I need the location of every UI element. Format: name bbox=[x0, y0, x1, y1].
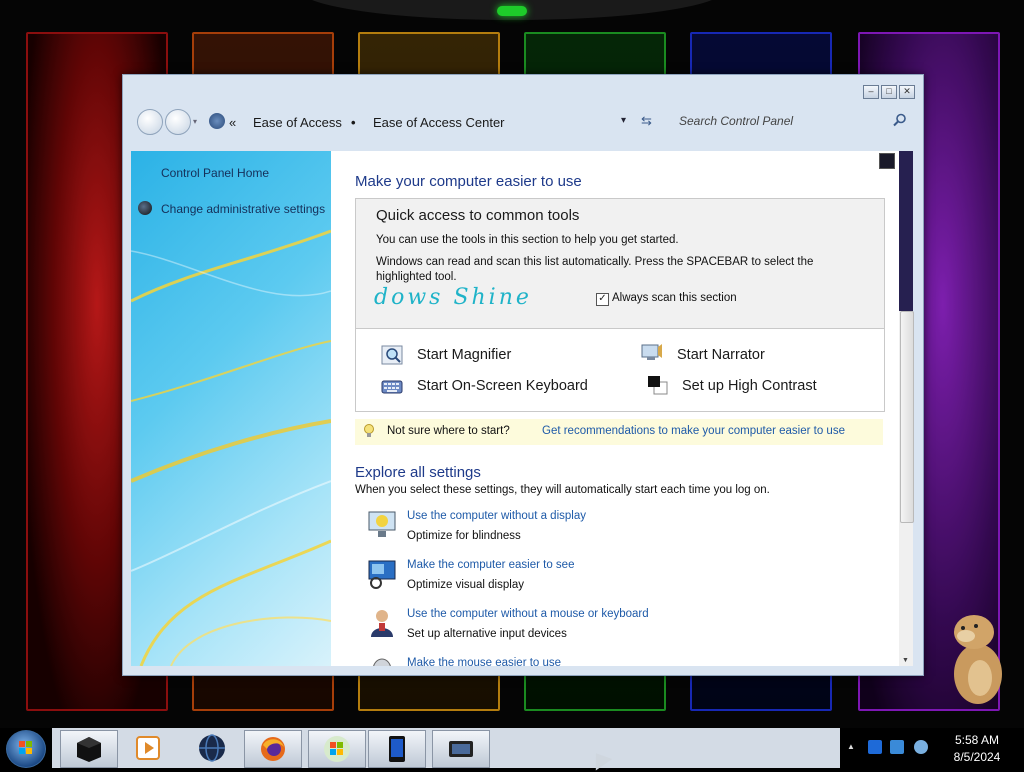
close-button[interactable]: ✕ bbox=[899, 85, 915, 99]
always-scan-label[interactable]: Always scan this section bbox=[612, 292, 737, 304]
explore-item-no-display-desc: Optimize for blindness bbox=[407, 530, 521, 542]
always-scan-checkbox[interactable]: ✓ bbox=[596, 293, 609, 306]
explore-subtitle: When you select these settings, they wil… bbox=[355, 484, 770, 496]
magnifier-icon bbox=[381, 345, 403, 365]
refresh-icon[interactable]: ⇆ bbox=[641, 113, 652, 129]
page-title: Make your computer easier to use bbox=[355, 173, 582, 190]
recommendations-link[interactable]: Get recommendations to make your compute… bbox=[542, 425, 845, 437]
quick-access-description: You can use the tools in this section to… bbox=[376, 234, 679, 246]
terminal-icon bbox=[77, 737, 101, 762]
taskbar-item-terminal[interactable] bbox=[60, 730, 118, 768]
search-input[interactable] bbox=[669, 109, 899, 133]
volume-icon[interactable] bbox=[914, 740, 928, 754]
windows-logo-icon bbox=[324, 736, 350, 762]
taskbar-item-windows[interactable] bbox=[308, 730, 366, 768]
window-controls: – □ ✕ bbox=[863, 85, 915, 99]
explore-item-no-mouse-desc: Set up alternative input devices bbox=[407, 628, 567, 640]
wallpaper-led bbox=[497, 6, 527, 16]
forward-button[interactable] bbox=[165, 109, 191, 135]
user-icon bbox=[371, 610, 393, 637]
explore-heading: Explore all settings bbox=[355, 464, 481, 481]
taskbar-item-tablet[interactable] bbox=[368, 730, 426, 768]
scrollbar-thumb[interactable] bbox=[900, 311, 914, 523]
bluetooth-icon[interactable] bbox=[868, 740, 882, 754]
mouse-icon bbox=[373, 658, 391, 666]
breadcrumb-separator: • bbox=[351, 115, 356, 130]
display-icon bbox=[449, 741, 473, 757]
windows-start-icon bbox=[19, 741, 32, 754]
network-icon[interactable] bbox=[890, 740, 904, 754]
watermark-text: dows Shine bbox=[374, 285, 532, 310]
breadcrumb-ease-of-access-center[interactable]: Ease of Access Center bbox=[373, 115, 505, 130]
sidebar-item-admin-settings[interactable]: Change administrative settings bbox=[161, 202, 325, 216]
explore-item-easier-see-link[interactable]: Make the computer easier to see bbox=[407, 559, 574, 571]
start-button[interactable] bbox=[6, 730, 46, 768]
minimize-button[interactable]: – bbox=[863, 85, 879, 99]
back-button[interactable] bbox=[137, 109, 163, 135]
taskbar-item-media-player[interactable] bbox=[120, 730, 176, 766]
main-scrollbar[interactable]: ▼ bbox=[899, 151, 914, 666]
start-narrator-link[interactable]: Start Narrator bbox=[677, 347, 765, 363]
taskbar-item-firefox[interactable] bbox=[244, 730, 302, 768]
address-bar: ▾ « Ease of Access • Ease of Access Cent… bbox=[133, 109, 913, 137]
setup-high-contrast-link[interactable]: Set up High Contrast bbox=[682, 378, 817, 394]
maximize-button[interactable]: □ bbox=[881, 85, 897, 99]
taskbar-item-globe[interactable] bbox=[184, 730, 240, 766]
show-hidden-icons-arrow[interactable]: ▲ bbox=[847, 742, 855, 751]
quick-access-section: Quick access to common tools You can use… bbox=[355, 198, 885, 412]
system-tray: ▲ 5:58 AM 8/5/2024 bbox=[842, 728, 1024, 768]
start-onscreen-keyboard-link[interactable]: Start On-Screen Keyboard bbox=[417, 378, 588, 394]
quick-access-scan-note: Windows can read and scan this list auto… bbox=[376, 256, 814, 283]
tip-text: Not sure where to start? bbox=[387, 425, 510, 437]
help-corner-icon[interactable] bbox=[879, 153, 895, 169]
search-box bbox=[669, 109, 913, 133]
quick-access-header: Quick access to common tools You can use… bbox=[356, 199, 884, 329]
start-magnifier-link[interactable]: Start Magnifier bbox=[417, 347, 511, 363]
explore-item-mouse-link[interactable]: Make the mouse easier to use bbox=[407, 657, 561, 666]
main-content: Make your computer easier to use Quick a… bbox=[331, 151, 899, 666]
narrator-icon bbox=[641, 344, 662, 360]
explore-item-no-mouse-link[interactable]: Use the computer without a mouse or keyb… bbox=[407, 608, 649, 620]
explore-item-easier-see-desc: Optimize visual display bbox=[407, 579, 524, 591]
breadcrumb-ease-of-access[interactable]: Ease of Access bbox=[253, 115, 342, 130]
firefox-icon bbox=[261, 737, 285, 761]
scrollbar-track-dark bbox=[899, 151, 913, 311]
keyboard-icon bbox=[381, 380, 403, 394]
no-display-icon bbox=[368, 511, 396, 537]
monitor-icon bbox=[368, 560, 396, 589]
sidebar-item-control-panel-home[interactable]: Control Panel Home bbox=[161, 166, 269, 180]
sidebar-decoration bbox=[131, 229, 331, 666]
gopher-sticker-icon bbox=[954, 615, 1002, 704]
clock-date[interactable]: 8/5/2024 bbox=[950, 750, 1004, 764]
recommendation-tip: Not sure where to start? Get recommendat… bbox=[355, 419, 883, 445]
explore-item-no-display-link[interactable]: Use the computer without a display bbox=[407, 510, 586, 522]
lightbulb-icon bbox=[364, 424, 374, 437]
search-icon[interactable] bbox=[893, 113, 907, 127]
breadcrumb-overflow[interactable]: « bbox=[229, 115, 236, 130]
admin-shield-icon bbox=[138, 201, 152, 215]
taskbar-item-display[interactable] bbox=[432, 730, 490, 768]
tablet-icon bbox=[389, 736, 405, 762]
scroll-down-arrow-icon[interactable]: ▼ bbox=[902, 657, 909, 664]
quick-access-title: Quick access to common tools bbox=[376, 207, 580, 224]
recent-pages-dropdown[interactable]: ▾ bbox=[193, 117, 201, 126]
high-contrast-icon bbox=[648, 376, 668, 395]
globe-icon bbox=[199, 734, 225, 762]
ease-of-access-window: – □ ✕ ▾ « Ease of Access • Ease of Acces… bbox=[122, 74, 924, 676]
media-player-icon bbox=[136, 736, 160, 760]
address-dropdown[interactable]: ▾ bbox=[621, 115, 626, 126]
sidebar: Control Panel Home Change administrative… bbox=[131, 151, 331, 666]
taskbar: ▲ 5:58 AM 8/5/2024 bbox=[0, 728, 1024, 768]
clock-time[interactable]: 5:58 AM bbox=[950, 733, 1004, 747]
control-panel-icon bbox=[209, 113, 225, 129]
